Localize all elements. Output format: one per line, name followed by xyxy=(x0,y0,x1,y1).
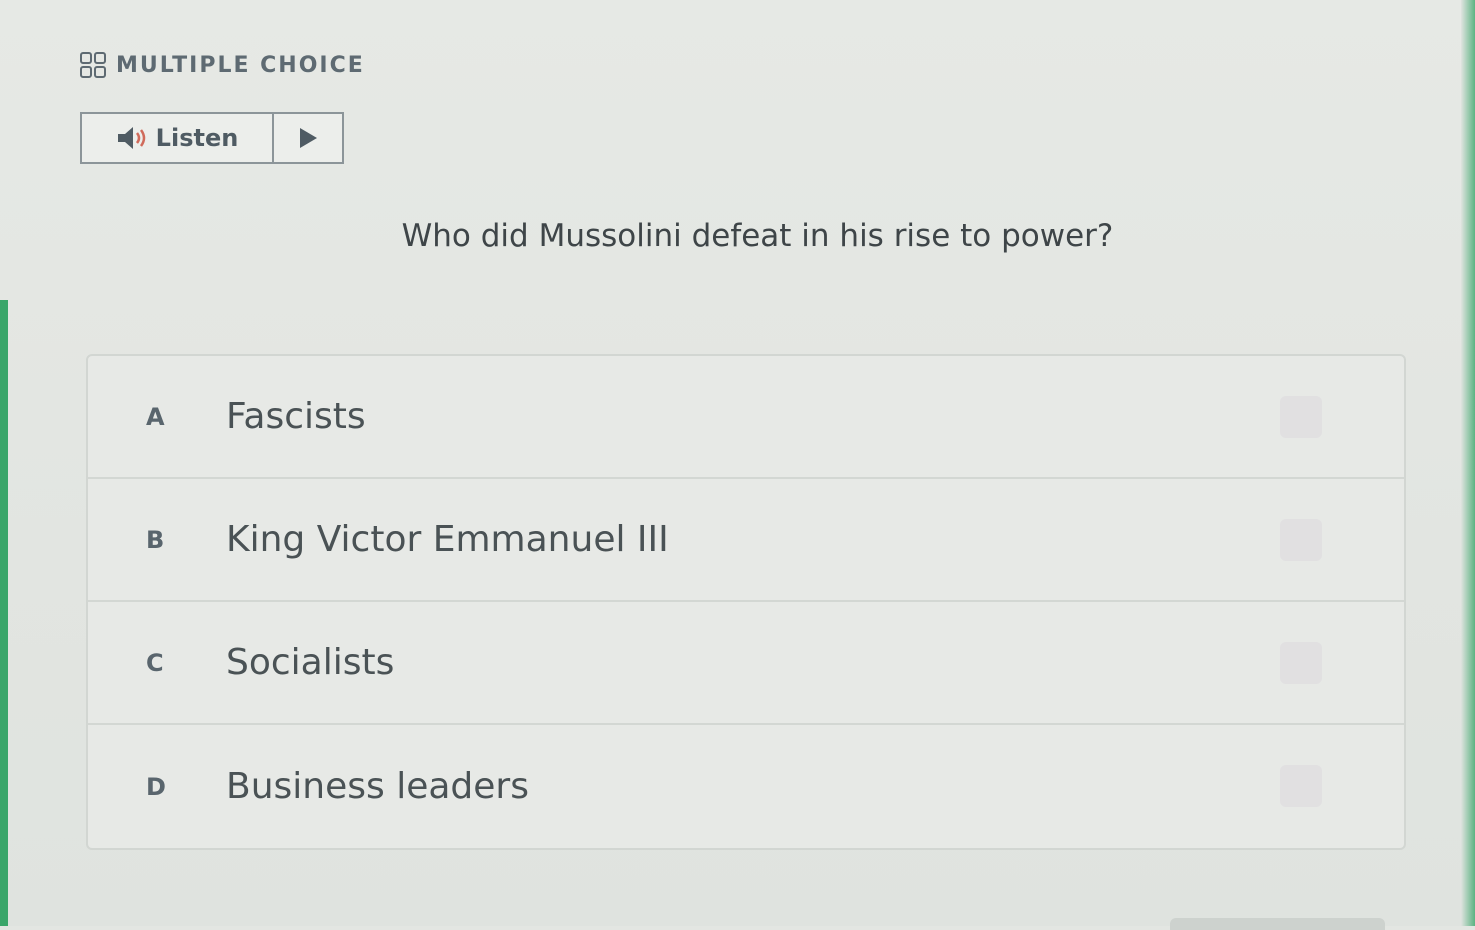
accent-bar-left xyxy=(0,300,8,926)
play-button[interactable] xyxy=(274,114,342,162)
choice-checkbox[interactable] xyxy=(1280,519,1322,561)
choice-letter: B xyxy=(146,525,165,554)
question-text: Who did Mussolini defeat in his rise to … xyxy=(401,218,1114,254)
grid-icon xyxy=(80,52,106,78)
choice-d[interactable]: D Business leaders xyxy=(88,725,1404,848)
speaker-icon xyxy=(116,125,148,151)
choice-b[interactable]: B King Victor Emmanuel III xyxy=(88,479,1404,602)
choice-text: Business leaders xyxy=(226,766,529,807)
choice-c[interactable]: C Socialists xyxy=(88,602,1404,725)
choice-letter: D xyxy=(146,772,166,801)
play-icon xyxy=(300,128,317,148)
choice-checkbox[interactable] xyxy=(1280,765,1322,807)
question-type-header: MULTIPLE CHOICE xyxy=(80,52,365,78)
choice-checkbox[interactable] xyxy=(1280,642,1322,684)
choice-letter: C xyxy=(146,648,164,677)
choice-letter: A xyxy=(146,402,165,431)
accent-bar-right xyxy=(1461,0,1475,926)
page: MULTIPLE CHOICE Listen Who did Mussolini… xyxy=(0,0,1475,930)
listen-label: Listen xyxy=(155,124,239,152)
listen-control: Listen xyxy=(80,112,344,164)
question-type-label: MULTIPLE CHOICE xyxy=(116,52,365,78)
choice-checkbox[interactable] xyxy=(1280,396,1322,438)
choice-a[interactable]: A Fascists xyxy=(88,356,1404,479)
choice-text: King Victor Emmanuel III xyxy=(226,519,669,560)
footer-tab[interactable] xyxy=(1170,918,1385,930)
answer-choices: A Fascists B King Victor Emmanuel III C … xyxy=(86,354,1406,850)
choice-text: Fascists xyxy=(226,396,366,437)
listen-button[interactable]: Listen xyxy=(82,114,274,162)
choice-text: Socialists xyxy=(226,642,395,683)
